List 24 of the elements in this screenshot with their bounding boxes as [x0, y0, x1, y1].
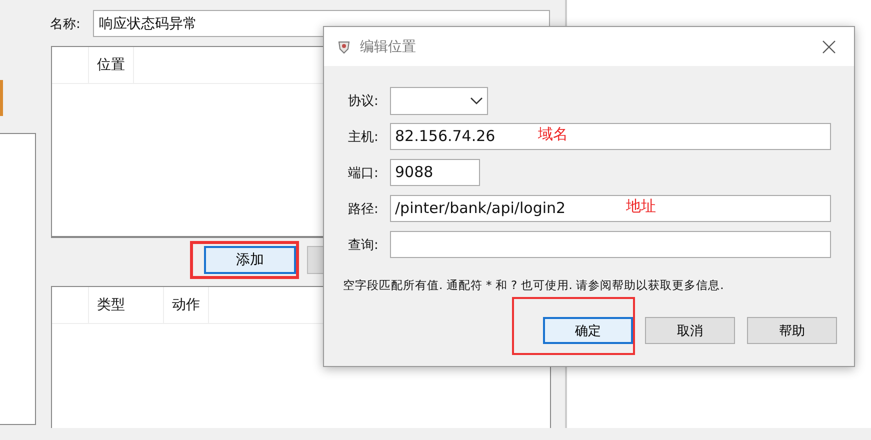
field-label: 协议: [348, 92, 380, 110]
app-icon [338, 40, 350, 54]
help-text: 空字段匹配所有值. 通配符 * 和 ? 也可使用. 请参阅帮助以获取更多信息. [343, 278, 725, 293]
dialog-button[interactable]: 确定 [543, 317, 633, 344]
edge-mark [0, 80, 3, 116]
input-field[interactable]: 9088 [390, 159, 480, 186]
add-button[interactable]: 添加 [204, 246, 296, 274]
field-label: 主机: [348, 128, 380, 146]
annotation-text: 域名 [538, 125, 568, 144]
field-label: 路径: [348, 200, 380, 218]
column-header[interactable]: 位置 [89, 47, 134, 83]
protocol-dropdown[interactable] [390, 87, 488, 115]
field-label: 查询: [348, 236, 380, 254]
annotation-text: 地址 [626, 197, 656, 216]
caret-icon [470, 97, 483, 105]
dialog-title: 编辑位置 [360, 38, 417, 56]
column-header[interactable]: 动作 [164, 287, 209, 323]
field-label: 端口: [348, 164, 380, 182]
dialog-button[interactable]: 帮助 [747, 317, 837, 344]
input-field[interactable] [390, 231, 831, 258]
close-icon[interactable] [822, 40, 836, 54]
column-header[interactable]: 类型 [89, 287, 164, 323]
dialog-button[interactable]: 取消 [645, 317, 735, 344]
name-label: 名称: [50, 16, 82, 32]
